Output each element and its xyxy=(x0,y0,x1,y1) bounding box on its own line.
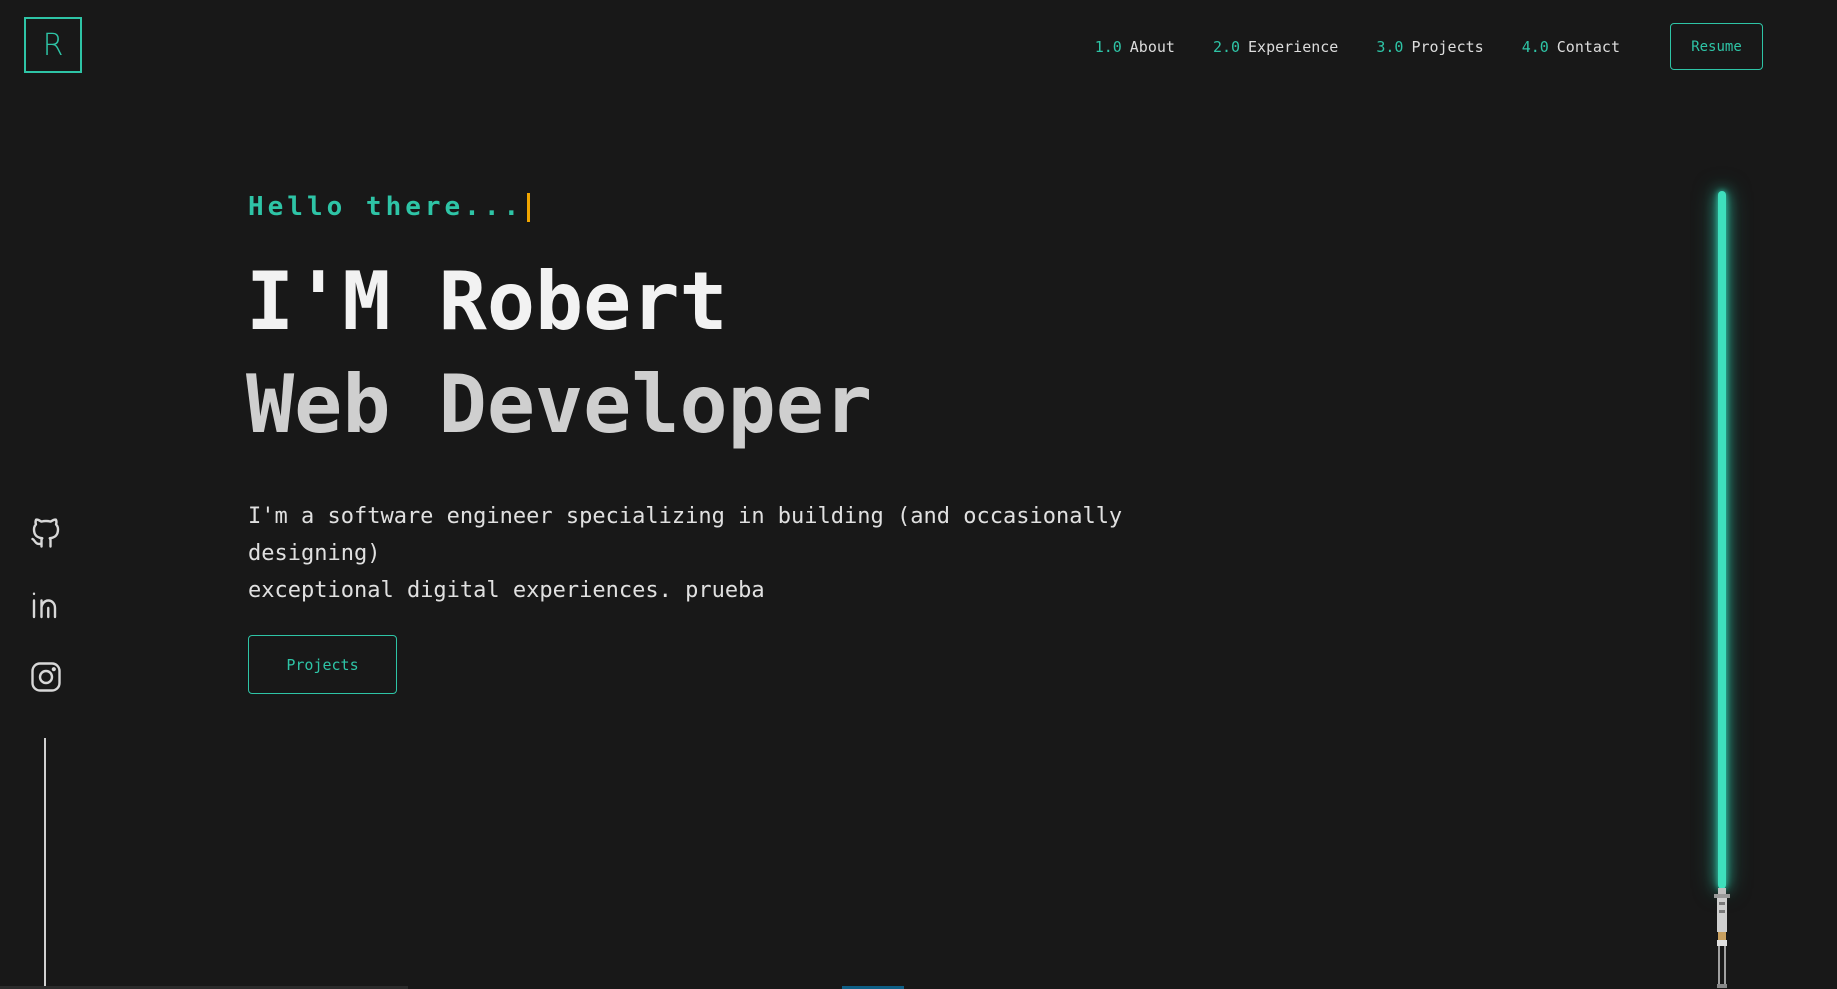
logo[interactable]: R xyxy=(24,17,82,73)
github-icon[interactable] xyxy=(28,515,64,551)
nav-item-number: 1.0 xyxy=(1094,37,1122,56)
social-sidebar xyxy=(28,515,64,731)
greeting: Hello there... xyxy=(248,192,531,222)
nav-item-number: 3.0 xyxy=(1376,37,1404,56)
page: R 1.0 About 2.0 Experience 3.0 Projects 4.0… xyxy=(0,0,1837,989)
nav-item-contact[interactable]: 4.0 Contact xyxy=(1522,38,1620,56)
top-nav: 1.0 About 2.0 Experience 3.0 Projects 4.0 Co… xyxy=(1057,23,1763,70)
typing-cursor xyxy=(527,192,531,222)
social-divider-line xyxy=(44,738,46,989)
hero-name: I'M Robert xyxy=(246,255,728,348)
nav-item-projects[interactable]: 3.0 Projects xyxy=(1376,38,1483,56)
resume-button[interactable]: Resume xyxy=(1670,23,1763,70)
intro-line-2: exceptional digital experiences. prueba xyxy=(248,578,765,603)
intro-line-1: I'm a software engineer specializing in … xyxy=(248,504,1123,566)
nav-item-number: 4.0 xyxy=(1521,37,1549,56)
lightsaber-hilt-icon xyxy=(1710,888,1734,989)
nav-item-label: About xyxy=(1129,37,1175,56)
nav-item-number: 2.0 xyxy=(1212,37,1241,56)
logo-letter: R xyxy=(42,27,64,63)
greeting-text: Hello there... xyxy=(248,192,524,222)
nav-item-label: Contact xyxy=(1556,37,1620,56)
nav-item-about[interactable]: 1.0 About xyxy=(1095,38,1175,56)
projects-button[interactable]: Projects xyxy=(248,635,397,694)
nav-item-label: Experience xyxy=(1248,37,1339,56)
hero-intro: I'm a software engineer specializing in … xyxy=(248,498,1248,609)
lightsaber-blade xyxy=(1718,191,1726,889)
hero-role: Web Developer xyxy=(246,358,873,451)
linkedin-icon[interactable] xyxy=(28,587,64,623)
nav-item-experience[interactable]: 2.0 Experience xyxy=(1213,38,1338,56)
instagram-icon[interactable] xyxy=(28,659,64,695)
nav-item-label: Projects xyxy=(1411,37,1484,56)
